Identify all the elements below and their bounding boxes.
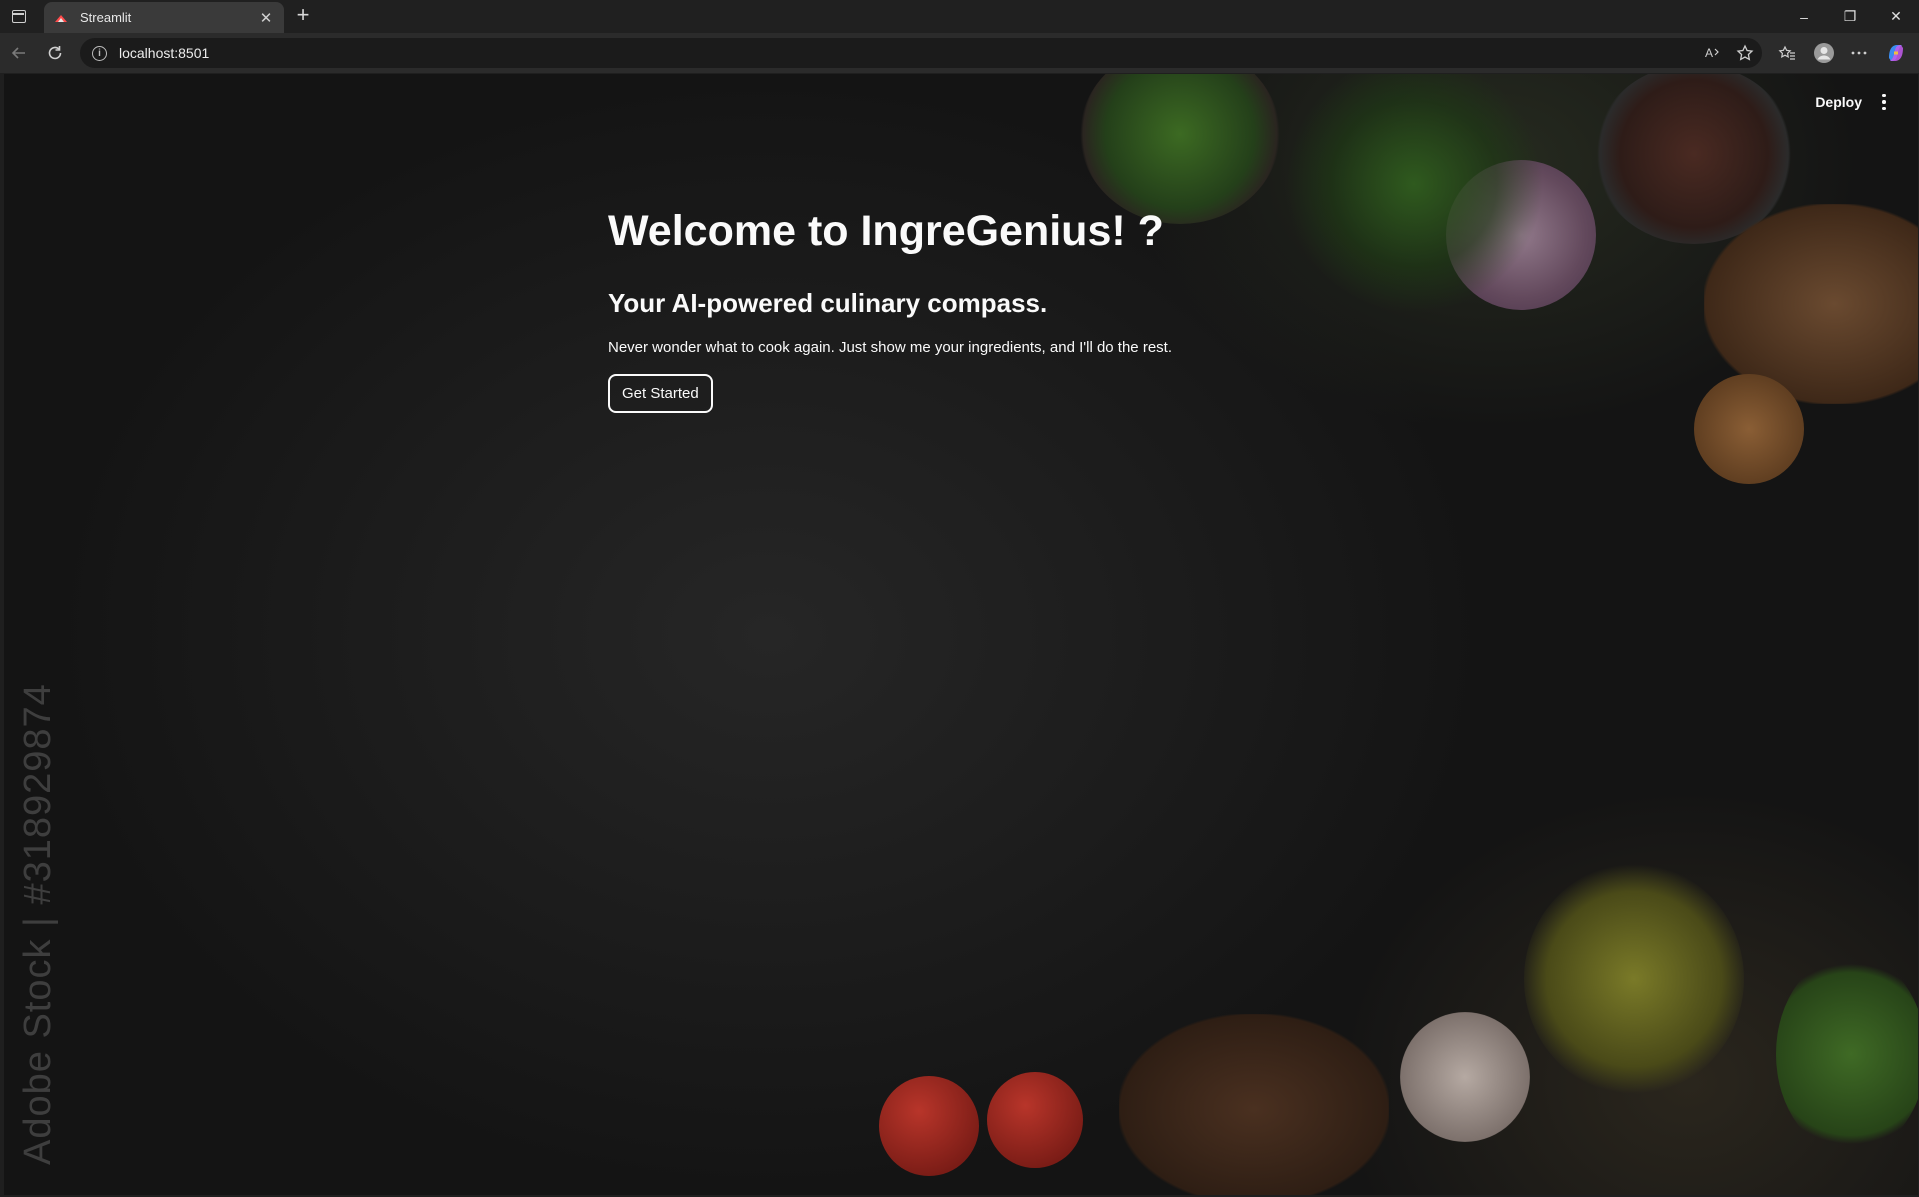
favorites-bar-icon[interactable]: [1775, 41, 1799, 65]
stock-watermark: Adobe Stock | #318929874: [17, 683, 59, 1165]
garlic-decoration: [1400, 1012, 1530, 1142]
deploy-button[interactable]: Deploy: [1815, 94, 1862, 110]
svg-text:A: A: [1705, 46, 1713, 60]
new-tab-icon[interactable]: +: [291, 4, 315, 28]
page-title: Welcome to IngreGenius! ?: [608, 207, 1164, 255]
page-subtitle: Your AI-powered culinary compass.: [608, 287, 1048, 318]
refresh-icon[interactable]: [43, 41, 67, 65]
close-window-icon[interactable]: ✕: [1873, 0, 1919, 33]
address-bar: i localhost:8501 A: [0, 33, 1919, 73]
get-started-button[interactable]: Get Started: [608, 373, 713, 413]
wooden-spoon-decoration: [1119, 1014, 1389, 1195]
streamlit-favicon-icon: [54, 11, 68, 25]
restore-icon[interactable]: ❐: [1827, 0, 1873, 33]
tab-actions-icon[interactable]: [0, 0, 38, 33]
tomato-decoration: [987, 1072, 1083, 1168]
back-icon[interactable]: [7, 41, 31, 65]
url-text: localhost:8501: [119, 45, 210, 61]
browser-tab[interactable]: Streamlit ✕: [44, 2, 284, 33]
site-info-icon[interactable]: i: [92, 45, 107, 61]
tomato-decoration: [879, 1076, 979, 1176]
read-aloud-icon[interactable]: A: [1701, 41, 1725, 65]
main-menu-icon[interactable]: [1876, 92, 1892, 112]
herbs-bowl-decoration: [1080, 74, 1280, 224]
broccoli-decoration: [1776, 954, 1918, 1154]
more-icon[interactable]: [1847, 41, 1871, 65]
url-input[interactable]: i localhost:8501: [80, 38, 1762, 68]
copilot-icon[interactable]: [1884, 41, 1908, 65]
main-content: Welcome to IngreGenius! ? Your AI-powere…: [608, 206, 1308, 413]
profile-icon[interactable]: [1812, 41, 1836, 65]
bread-decoration: [1704, 204, 1918, 404]
app-viewport: Adobe Stock | #318929874 Deploy Welcome …: [4, 74, 1918, 1195]
favorite-icon[interactable]: [1733, 41, 1757, 65]
page-description: Never wonder what to cook again. Just sh…: [608, 338, 1172, 356]
tab-bar: Streamlit ✕ + – ❐ ✕: [0, 0, 1919, 33]
pepper-mill-decoration: [1694, 374, 1804, 484]
tab-close-icon[interactable]: ✕: [258, 9, 274, 27]
minimize-icon[interactable]: –: [1781, 0, 1827, 33]
tab-title: Streamlit: [80, 10, 132, 25]
oil-bottle-decoration: [1524, 864, 1744, 1094]
